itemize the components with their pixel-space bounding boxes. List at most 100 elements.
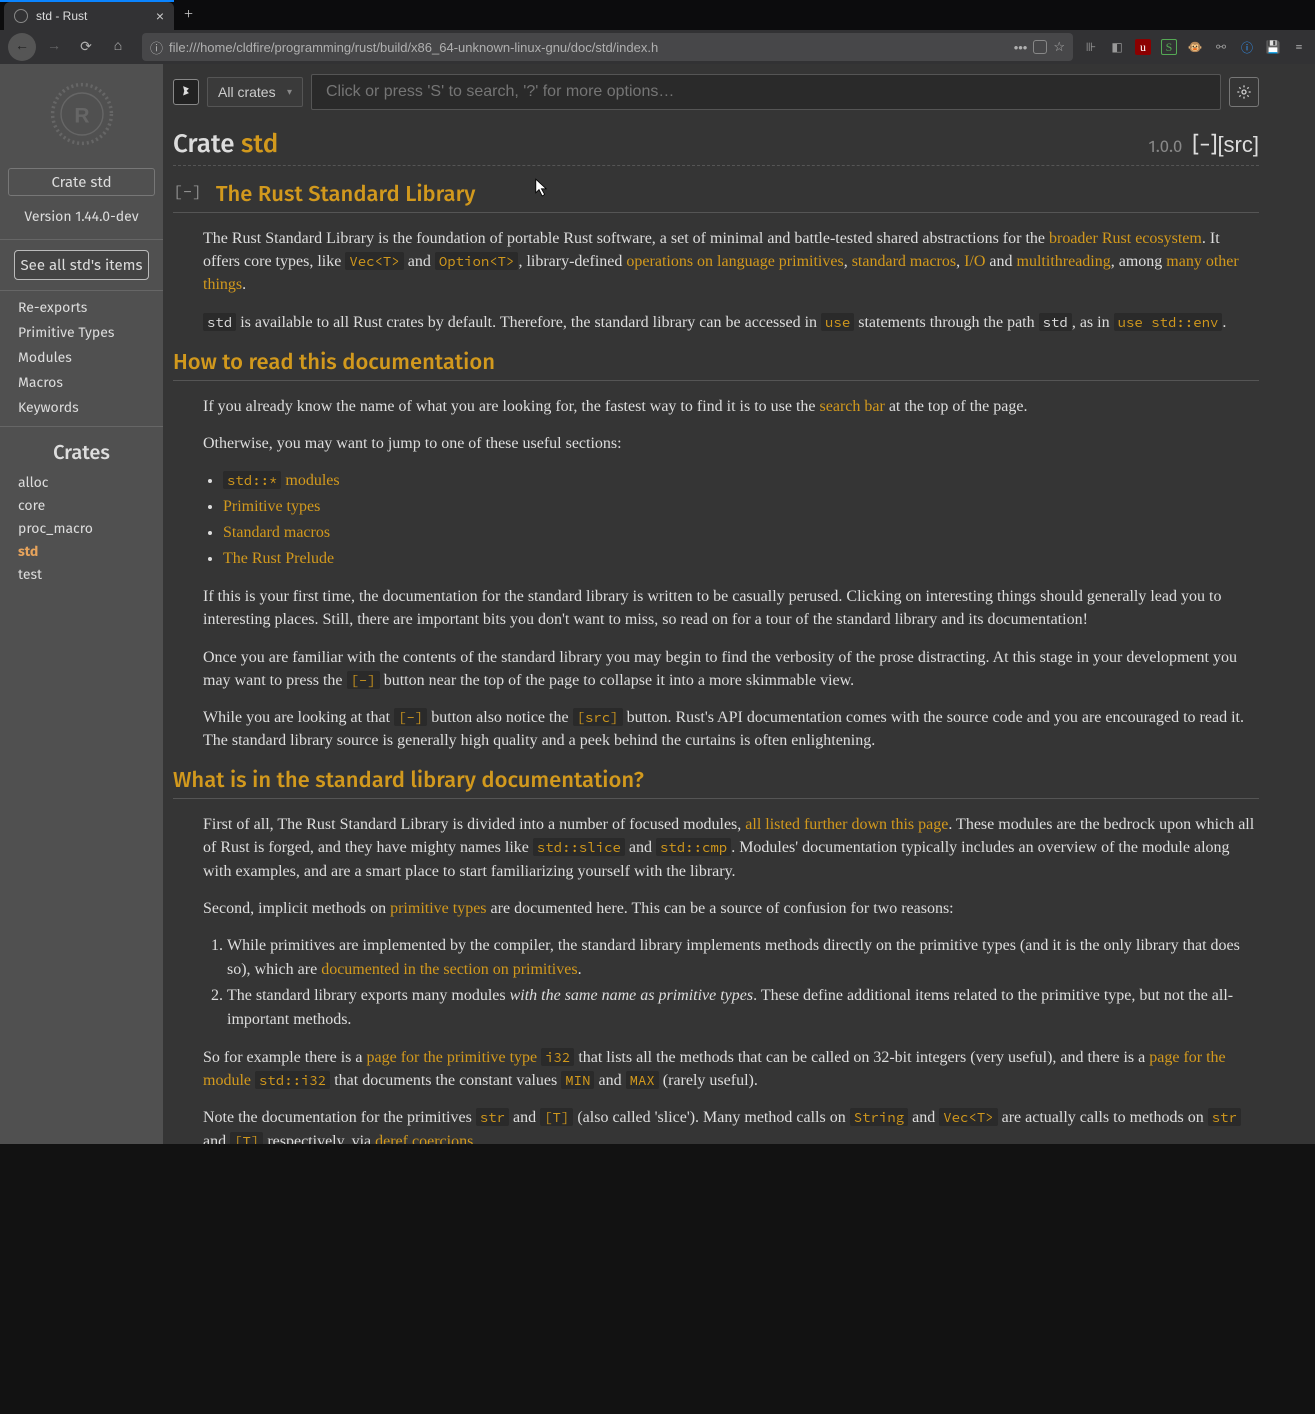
code-std-2: std — [1039, 313, 1072, 331]
section-heading-how-to-read[interactable]: How to read this documentation — [173, 348, 1259, 381]
home-button[interactable]: ⌂ — [104, 33, 132, 61]
crate-name-link[interactable]: std — [241, 128, 278, 159]
link-primitive-types[interactable]: Primitive types — [223, 498, 320, 515]
collapse-all-button[interactable]: [−] — [1192, 131, 1217, 158]
extension-icons: ⊪ ◧ u S 🐵 ⚯ ⓘ 💾 ≡ — [1083, 39, 1307, 55]
ext-icon-link[interactable]: ⚯ — [1213, 39, 1229, 55]
theme-toggle-button[interactable] — [173, 79, 199, 105]
list-item: While primitives are implemented by the … — [227, 934, 1259, 982]
code-option[interactable]: Option<T> — [435, 252, 519, 270]
search-input[interactable] — [311, 74, 1221, 110]
more-icon[interactable]: ••• — [1014, 40, 1028, 55]
code-min[interactable]: MIN — [561, 1071, 594, 1089]
url-text: file:///home/cldfire/programming/rust/bu… — [169, 40, 1008, 55]
whatis-paragraph-3: So for example there is a page for the p… — [203, 1046, 1259, 1092]
browser-chrome: std - Rust × + ← → ⟳ ⌂ ⓘ file:///home/cl… — [0, 0, 1315, 64]
code-vec[interactable]: Vec<T> — [345, 252, 403, 270]
back-button[interactable]: ← — [8, 33, 36, 61]
code-std-cmp[interactable]: std::cmp — [656, 838, 731, 856]
section-heading-intro[interactable]: The Rust Standard Library — [173, 180, 1259, 213]
crate-item-test[interactable]: test — [0, 563, 163, 586]
library-icon[interactable]: ⊪ — [1083, 39, 1099, 55]
whatis-paragraph-2: Second, implicit methods on primitive ty… — [203, 897, 1259, 920]
link-rust-prelude[interactable]: The Rust Prelude — [223, 550, 334, 567]
forward-button[interactable]: → — [40, 33, 68, 61]
code-std-slice[interactable]: std::slice — [533, 838, 625, 856]
sidebar-icon[interactable]: ◧ — [1109, 39, 1125, 55]
sidebar-item-macros[interactable]: Macros — [0, 370, 163, 395]
sidebar-item-reexports[interactable]: Re-exports — [0, 295, 163, 320]
howto-paragraph-1: If you already know the name of what you… — [203, 395, 1259, 418]
sidebar-item-primitive-types[interactable]: Primitive Types — [0, 320, 163, 345]
crate-item-std[interactable]: std — [0, 540, 163, 563]
list-item: Standard macros — [223, 521, 1259, 545]
crate-item-proc-macro[interactable]: proc_macro — [0, 517, 163, 540]
rust-logo[interactable]: R — [0, 64, 163, 164]
ext-icon-save[interactable]: 💾 — [1265, 39, 1281, 55]
howto-paragraph-3: If this is your first time, the document… — [203, 585, 1259, 631]
link-modules[interactable]: modules — [281, 472, 339, 489]
link-standard-macros-2[interactable]: Standard macros — [223, 524, 330, 541]
ext-icon-info[interactable]: ⓘ — [1239, 39, 1255, 55]
link-listed-down-page[interactable]: all listed further down this page — [745, 816, 948, 833]
code-collapse-btn-2: [-] — [394, 708, 427, 726]
src-link[interactable]: [src] — [1217, 132, 1259, 157]
code-std-star[interactable]: std::* — [223, 471, 281, 489]
sidebar: R Crate std Version 1.44.0-dev See all s… — [0, 64, 163, 1144]
code-max[interactable]: MAX — [626, 1071, 659, 1089]
new-tab-button[interactable]: + — [174, 0, 203, 30]
menu-icon[interactable]: ≡ — [1291, 39, 1307, 55]
url-bar[interactable]: ⓘ file:///home/cldfire/programming/rust/… — [142, 33, 1073, 61]
reload-button[interactable]: ⟳ — [72, 33, 100, 61]
reader-icon[interactable] — [1033, 40, 1047, 54]
code-str[interactable]: str — [476, 1108, 509, 1126]
emphasis: with the same name as primitive types — [510, 987, 754, 1004]
code-string[interactable]: String — [850, 1108, 908, 1126]
section-heading-what-is-in[interactable]: What is in the standard library document… — [173, 766, 1259, 799]
useful-sections-list: std::* modules Primitive types Standard … — [223, 469, 1259, 571]
code-str-2[interactable]: str — [1208, 1108, 1241, 1126]
since-version: 1.0.0 — [1148, 136, 1182, 157]
crate-item-core[interactable]: core — [0, 494, 163, 517]
info-icon[interactable]: ⓘ — [150, 38, 163, 57]
crate-item-alloc[interactable]: alloc — [0, 471, 163, 494]
browser-tab[interactable]: std - Rust × — [4, 2, 174, 30]
howto-paragraph-4: Once you are familiar with the contents … — [203, 646, 1259, 692]
howto-paragraph-2: Otherwise, you may want to jump to one o… — [203, 432, 1259, 455]
collapse-section-button[interactable]: [−] — [173, 182, 202, 202]
ext-icon-monkey[interactable]: 🐵 — [1187, 39, 1203, 55]
sidebar-item-modules[interactable]: Modules — [0, 345, 163, 370]
link-page-primitive-i32[interactable]: page for the primitive type i32 — [367, 1049, 575, 1066]
bookmark-icon[interactable]: ☆ — [1053, 39, 1065, 55]
ext-icon-s[interactable]: S — [1161, 39, 1177, 55]
close-tab-icon[interactable]: × — [156, 8, 164, 24]
link-ops-primitives[interactable]: operations on language primitives — [626, 253, 843, 270]
list-item: The Rust Prelude — [223, 547, 1259, 571]
chevron-down-icon: ▾ — [287, 87, 292, 98]
link-standard-macros[interactable]: standard macros — [852, 253, 956, 270]
sidebar-item-keywords[interactable]: Keywords — [0, 395, 163, 420]
crate-select-dropdown[interactable]: All crates ▾ — [207, 77, 303, 107]
code-std-1: std — [203, 313, 236, 331]
intro-paragraph-2: std is available to all Rust crates by d… — [203, 311, 1259, 334]
crate-select-label: All crates — [218, 84, 276, 100]
link-primitive-types-2[interactable]: primitive types — [390, 900, 486, 917]
link-deref-coercions[interactable]: deref coercions — [375, 1133, 473, 1144]
code-slice-t-2[interactable]: [T] — [230, 1132, 263, 1144]
ublock-icon[interactable]: u — [1135, 39, 1151, 55]
code-use-std-env[interactable]: use std::env — [1114, 313, 1223, 331]
link-io[interactable]: I/O — [964, 253, 985, 270]
link-section-primitives[interactable]: documented in the section on primitives — [321, 961, 577, 978]
settings-button[interactable] — [1229, 77, 1259, 107]
crates-header: Crates — [0, 426, 163, 471]
whatis-paragraph-4: Note the documentation for the primitive… — [203, 1106, 1259, 1144]
page-title: Crate std — [173, 128, 278, 159]
code-slice-t[interactable]: [T] — [540, 1108, 573, 1126]
link-broader-ecosystem[interactable]: broader Rust ecosystem — [1049, 230, 1202, 247]
code-use[interactable]: use — [821, 313, 854, 331]
link-multithreading[interactable]: multithreading — [1017, 253, 1111, 270]
code-vec-t[interactable]: Vec<T> — [939, 1108, 997, 1126]
link-search-bar[interactable]: search bar — [820, 398, 885, 415]
list-item: Primitive types — [223, 495, 1259, 519]
see-all-items-button[interactable]: See all std's items — [14, 250, 149, 280]
